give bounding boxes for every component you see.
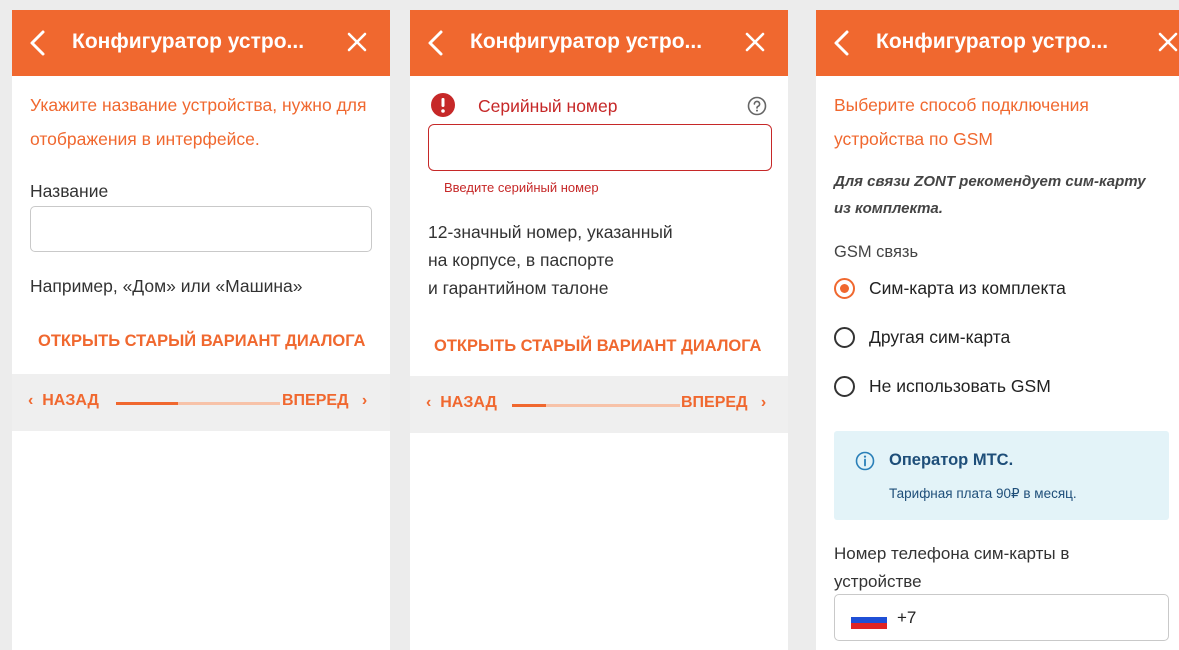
close-icon[interactable] bbox=[1157, 31, 1179, 53]
phone-label: Номер телефона сим-карты в устройстве bbox=[834, 540, 1069, 596]
radio-label: Сим-карта из комплекта bbox=[869, 278, 1066, 298]
radio-button[interactable] bbox=[834, 376, 855, 397]
chevron-left-icon: ‹ bbox=[28, 392, 34, 409]
app-bar: Конфигуратор устро... bbox=[12, 10, 390, 76]
operator-title: Оператор МТС. bbox=[889, 451, 1014, 469]
nav-back-label: НАЗАД bbox=[42, 392, 99, 409]
recommendation-line: из комплекта. bbox=[834, 200, 943, 217]
radio-option-other-sim[interactable]: Другая сим-карта bbox=[834, 327, 1010, 348]
chevron-right-icon: › bbox=[361, 392, 368, 409]
chevron-left-icon: ‹ bbox=[426, 394, 432, 411]
description-line: на корпусе, в паспорте bbox=[428, 250, 615, 270]
serial-description: 12-значный номер, указанный на корпусе, … bbox=[428, 218, 673, 302]
panel-gsm-connection: Конфигуратор устро... Выберите способ по… bbox=[816, 10, 1179, 650]
nav-next-label: ВПЕРЕД bbox=[681, 394, 748, 411]
name-hint: Например, «Дом» или «Машина» bbox=[30, 276, 303, 296]
close-icon[interactable] bbox=[346, 31, 368, 53]
app-title: Конфигуратор устро... bbox=[72, 30, 305, 53]
nav-back-label: НАЗАД bbox=[440, 394, 497, 411]
instruction-text: Укажите название устройства, нужно для о… bbox=[30, 95, 367, 149]
help-icon[interactable] bbox=[747, 96, 767, 116]
phone-prefix: +7 bbox=[897, 608, 917, 627]
info-icon bbox=[855, 451, 875, 471]
phone-label-line: Номер телефона сим-карты в bbox=[834, 544, 1070, 563]
serial-error-text: Введите серийный номер bbox=[444, 180, 599, 195]
progress-fill bbox=[116, 402, 179, 405]
gsm-label: GSM связь bbox=[834, 243, 919, 261]
nav-next-button[interactable]: ВПЕРЕД › bbox=[282, 392, 367, 410]
progress-fill bbox=[512, 404, 546, 407]
serial-label: Серийный номер bbox=[478, 96, 618, 116]
nav-next-label: ВПЕРЕД bbox=[282, 392, 349, 409]
name-input[interactable] bbox=[30, 206, 372, 252]
back-arrow-icon[interactable] bbox=[830, 29, 854, 57]
serial-input[interactable] bbox=[428, 124, 772, 171]
phone-input[interactable]: +7 bbox=[834, 594, 1169, 641]
error-icon bbox=[431, 93, 455, 117]
heading-line: Выберите способ подключения bbox=[834, 95, 1089, 115]
app-bar: Конфигуратор устро... bbox=[410, 10, 788, 76]
name-label: Название bbox=[30, 181, 109, 201]
progress-track bbox=[512, 404, 680, 407]
close-icon[interactable] bbox=[744, 31, 766, 53]
progress-track bbox=[116, 402, 280, 405]
heading-line: устройства по GSM bbox=[834, 129, 993, 149]
recommendation-line: Для связи ZONT рекомендует сим-карту bbox=[834, 173, 1146, 190]
panel-serial-number: Конфигуратор устро... Серийный номер Вве… bbox=[410, 10, 788, 650]
operator-tariff: Тарифная плата 90₽ в месяц. bbox=[889, 486, 1077, 501]
app-title: Конфигуратор устро... bbox=[876, 30, 1109, 53]
app-title: Конфигуратор устро... bbox=[470, 30, 703, 53]
nav-back-button[interactable]: ‹ НАЗАД bbox=[426, 394, 497, 412]
back-arrow-icon[interactable] bbox=[424, 29, 448, 57]
description-line: и гарантийном талоне bbox=[428, 278, 609, 298]
radio-label: Не использовать GSM bbox=[869, 376, 1051, 396]
wizard-nav: ‹ НАЗАД ВПЕРЕД › bbox=[410, 376, 788, 433]
russia-flag-icon bbox=[851, 611, 887, 629]
open-old-dialog-button[interactable]: ОТКРЫТЬ СТАРЫЙ ВАРИАНТ ДИАЛОГА bbox=[434, 337, 761, 356]
back-arrow-icon[interactable] bbox=[26, 29, 50, 57]
radio-button[interactable] bbox=[834, 278, 855, 299]
nav-next-button[interactable]: ВПЕРЕД › bbox=[681, 394, 766, 412]
gsm-heading: Выберите способ подключения устройства п… bbox=[834, 88, 1089, 156]
nav-back-button[interactable]: ‹ НАЗАД bbox=[28, 392, 99, 410]
recommendation-text: Для связи ZONT рекомендует сим-карту из … bbox=[834, 168, 1146, 222]
radio-label: Другая сим-карта bbox=[869, 327, 1011, 347]
app-bar: Конфигуратор устро... bbox=[816, 10, 1179, 76]
radio-option-kit-sim[interactable]: Сим-карта из комплекта bbox=[834, 278, 1066, 299]
operator-info-box: Оператор МТС. Тарифная плата 90₽ в месяц… bbox=[834, 431, 1169, 520]
wizard-nav: ‹ НАЗАД ВПЕРЕД › bbox=[12, 374, 390, 431]
panel-device-name: Конфигуратор устро... Укажите название у… bbox=[12, 10, 390, 650]
phone-label-line: устройстве bbox=[834, 572, 922, 591]
radio-button[interactable] bbox=[834, 327, 855, 348]
chevron-right-icon: › bbox=[760, 394, 767, 411]
radio-option-no-gsm[interactable]: Не использовать GSM bbox=[834, 376, 1051, 397]
open-old-dialog-button[interactable]: ОТКРЫТЬ СТАРЫЙ ВАРИАНТ ДИАЛОГА bbox=[38, 332, 365, 351]
description-line: 12-значный номер, указанный bbox=[428, 222, 673, 242]
